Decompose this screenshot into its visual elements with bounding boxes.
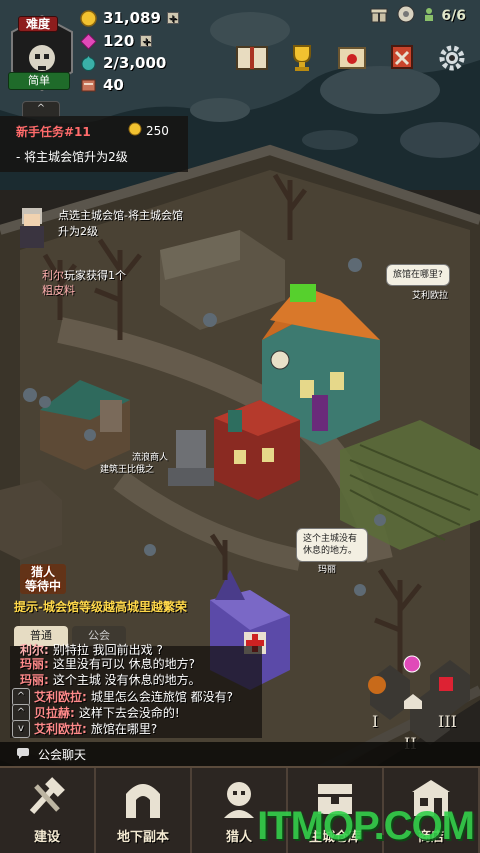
chat-line: v 艾利欧拉: 旅馆在哪里? xyxy=(12,720,157,738)
gold-coin-icon xyxy=(128,122,142,139)
loot-notification: 利尔玩家获得1个 粗皮料 xyxy=(42,268,126,298)
soul-value: 2/3,000 xyxy=(103,54,167,72)
nav-build[interactable]: 建设 xyxy=(0,768,96,853)
chat-line: 玛丽: 这里没有可以 休息的地方? xyxy=(20,656,195,672)
guild-banner-icon[interactable] xyxy=(384,40,420,76)
add-gold-button[interactable]: + xyxy=(166,12,179,24)
guide-hint-text: 点选主城会馆-将主城会馆升为2级 xyxy=(58,209,183,238)
chat-message: 这里没有可以 休息的地方? xyxy=(52,657,195,671)
npc-name-builder: 建筑王比俄之 xyxy=(100,465,155,475)
soul-orb-icon xyxy=(80,55,97,72)
chat-sender: 贝拉赫: xyxy=(34,706,75,720)
population-count: 6/6 xyxy=(441,8,466,24)
gift-icon[interactable] xyxy=(369,4,389,28)
gem-icon xyxy=(80,32,97,50)
hunter-waiting-line1: 猎人 xyxy=(31,565,56,579)
gold-value: 31,089 xyxy=(103,9,161,27)
chat-scroll-down-button[interactable]: v xyxy=(12,720,30,738)
chat-message: 城里怎么会连旅馆 都没有? xyxy=(90,690,233,704)
laurel-badge-icon[interactable] xyxy=(395,4,417,28)
chat-sender: 艾利欧拉: xyxy=(34,722,87,736)
chat-sender: 玛丽: xyxy=(20,657,49,671)
side-button-1[interactable]: I xyxy=(372,712,378,731)
meat-value: 40 xyxy=(103,76,124,94)
top-menu xyxy=(234,40,470,76)
nav-hunter-label: 猎人 xyxy=(225,830,252,845)
population-icon xyxy=(423,7,435,25)
loot-player-name: 利尔 xyxy=(42,269,64,282)
speech-bubble-aili: 旅馆在哪里? xyxy=(386,264,450,286)
chat-sender: 艾利欧拉: xyxy=(34,690,87,704)
side-button-3[interactable]: III xyxy=(438,712,457,731)
pink-orb-icon[interactable] xyxy=(402,654,422,678)
home-icon[interactable] xyxy=(402,692,424,714)
quest-description: - 将主城会馆升为2级 xyxy=(16,150,128,164)
npc-name-aili: 艾利欧拉 xyxy=(412,291,449,301)
difficulty-label: 难度 xyxy=(18,16,58,32)
hunter-waiting-line2: 等待中 xyxy=(25,579,62,593)
speech-bubble-mali: 这个主城没有休息的地方。 xyxy=(296,528,368,562)
quest-reward: 250 xyxy=(128,122,169,139)
nav-build-label: 建设 xyxy=(33,830,60,845)
settings-gear-icon[interactable] xyxy=(434,40,470,76)
meat-icon xyxy=(80,77,97,94)
guide-npc-portrait xyxy=(14,204,50,256)
quest-title: 新手任务#11 xyxy=(16,125,91,139)
hunter-waiting-badge[interactable]: 猎人 等待中 xyxy=(20,564,67,594)
chat-message: 这个主城 没有休息的地方。 xyxy=(52,673,201,687)
top-right-status: 6/6 xyxy=(369,4,466,28)
chat-log[interactable]: 利尔: 别特拉 我回前出戏 ? 玛丽: 这里没有可以 休息的地方? 玛丽: 这个主城 … xyxy=(10,643,262,738)
guild-chat-label: 公会聊天 xyxy=(38,747,87,762)
resource-gem[interactable]: 120 + xyxy=(80,32,153,50)
dungeon-gate-icon xyxy=(126,784,160,818)
watermark-text: ITMOP.COM xyxy=(257,804,475,848)
book-icon[interactable] xyxy=(234,40,270,76)
add-gem-button[interactable]: + xyxy=(140,35,153,47)
bottom-navigation: 建设 地下副本 猎人 主城仓库 商店 ITMOP.COM xyxy=(0,766,480,853)
chat-line: 玛丽: 这个主城 没有休息的地方。 xyxy=(20,672,201,688)
resource-soul: 2/3,000 xyxy=(80,54,166,72)
npc-name-mali: 玛丽 xyxy=(318,565,337,575)
gold-coin-icon xyxy=(80,9,97,27)
loot-item: 粗皮料 xyxy=(42,284,75,297)
quest-reward-value: 250 xyxy=(146,123,169,138)
quest-panel[interactable]: 新手任务#11 250 - 将主城会馆升为2级 xyxy=(0,116,188,172)
nav-dungeon[interactable]: 地下副本 xyxy=(96,768,192,853)
chat-message: 这样下去会没命的! xyxy=(78,706,180,720)
trophy-icon[interactable] xyxy=(284,40,320,76)
hammer-icon xyxy=(29,777,65,815)
chat-message: 旅馆在哪里? xyxy=(90,722,158,736)
scroll-letter-icon[interactable] xyxy=(334,40,370,76)
gem-value: 120 xyxy=(103,32,135,50)
resource-gold[interactable]: 31,089 + xyxy=(80,9,179,27)
tip-text: 提示-城会馆等级越高城里越繁荣 xyxy=(14,600,187,614)
monster-skull-icon[interactable] xyxy=(436,674,456,698)
nav-dungeon-label: 地下副本 xyxy=(116,830,169,845)
loot-text: 玩家获得1个 xyxy=(64,269,126,282)
difficulty-level: 简单 xyxy=(8,72,70,90)
quest-collapse-button[interactable]: ^ xyxy=(22,101,60,117)
resource-meat: 40 xyxy=(80,76,124,94)
chat-sender: 玛丽: xyxy=(20,673,49,687)
guild-chat-bar[interactable]: 公会聊天 xyxy=(0,742,480,766)
pumpkin-face-icon[interactable] xyxy=(366,674,388,700)
chat-bubble-icon xyxy=(16,747,30,762)
